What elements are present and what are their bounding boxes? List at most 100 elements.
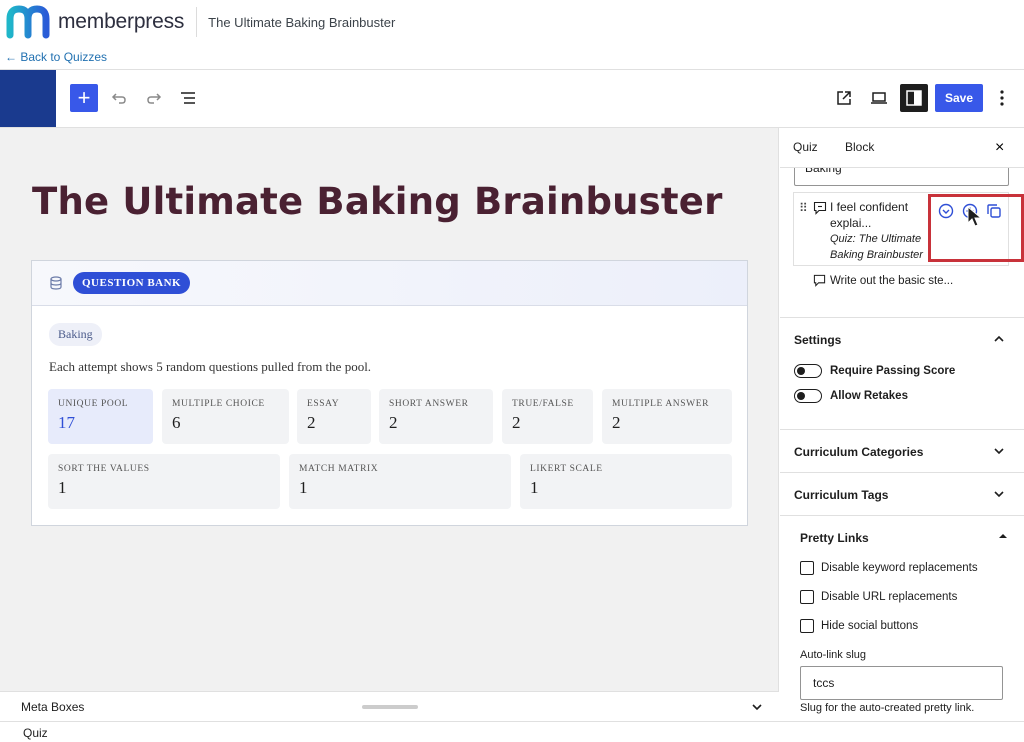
brand-divider: [196, 7, 198, 37]
stat-likert-scale: LIKERT SCALE 1: [520, 454, 732, 509]
stat-label: SORT THE VALUES: [58, 464, 150, 474]
chevron-down-icon[interactable]: [750, 700, 764, 714]
back-row: ← Back to Quizzes: [0, 44, 1024, 70]
question-bank-block[interactable]: QUESTION BANK Baking Each attempt shows …: [31, 260, 748, 526]
stat-label: ESSAY: [307, 399, 340, 409]
stat-sort-the-values: SORT THE VALUES 1: [48, 454, 280, 509]
stat-label: LIKERT SCALE: [530, 464, 603, 474]
stat-multiple-answer: MULTIPLE ANSWER 2: [602, 389, 732, 444]
question-quiz-meta: Quiz: The Ultimate Baking Brainbuster: [830, 233, 923, 261]
question-bank-header: QUESTION BANK: [32, 261, 747, 306]
stat-value: 6: [172, 413, 181, 432]
checkbox[interactable]: [800, 619, 814, 633]
stat-value: 2: [512, 413, 521, 432]
view-post-icon[interactable]: [830, 84, 858, 112]
stat-value: 17: [58, 413, 75, 432]
chevron-up-icon[interactable]: [992, 332, 1006, 346]
stat-short-answer: SHORT ANSWER 2: [379, 389, 493, 444]
site-icon-block[interactable]: [0, 70, 56, 127]
stat-essay: ESSAY 2: [297, 389, 371, 444]
hide-social-buttons-checkbox[interactable]: Hide social buttons: [800, 619, 918, 633]
pretty-links-title[interactable]: Pretty Links: [800, 531, 869, 545]
stat-value: 2: [612, 413, 621, 432]
settings-panel: Settings Require Passing Score Allow Ret…: [780, 317, 1024, 429]
mouse-cursor-icon: [967, 206, 983, 227]
toggle-switch[interactable]: [794, 389, 822, 403]
undo-icon[interactable]: [105, 84, 133, 112]
settings-panel-icon[interactable]: [900, 84, 928, 112]
checkbox-label: Disable keyword replacements: [821, 562, 978, 574]
memberpress-logo-icon: [6, 5, 50, 39]
question-bank-badge: QUESTION BANK: [73, 272, 191, 294]
tab-block[interactable]: Block: [845, 140, 874, 154]
stat-value: 1: [58, 478, 67, 497]
panel-title: Curriculum Categories: [794, 445, 924, 459]
checkbox[interactable]: [800, 561, 814, 575]
redo-icon[interactable]: [140, 84, 168, 112]
more-options-icon[interactable]: [990, 84, 1014, 112]
resize-handle[interactable]: [362, 705, 418, 709]
add-block-button[interactable]: +: [70, 84, 98, 112]
back-to-quizzes-link[interactable]: ← Back to Quizzes: [5, 50, 107, 64]
brand-page-title: The Ultimate Baking Brainbuster: [208, 14, 396, 30]
document-overview-icon[interactable]: [174, 84, 202, 112]
stat-value: 2: [307, 413, 316, 432]
stat-label: MATCH MATRIX: [299, 464, 379, 474]
highlight-annotation-box: [928, 194, 1024, 262]
panel-title: Curriculum Tags: [794, 488, 889, 502]
logo-text: memberpress: [58, 10, 185, 33]
settings-panel-title[interactable]: Settings: [794, 333, 841, 347]
save-button[interactable]: Save: [935, 84, 983, 112]
stat-multiple-choice: MULTIPLE CHOICE 6: [162, 389, 289, 444]
disable-url-replacements-checkbox[interactable]: Disable URL replacements: [800, 590, 957, 604]
question-bank-description: Each attempt shows 5 random questions pu…: [49, 359, 372, 374]
editor-toolbar: + Save: [0, 70, 1024, 128]
device-preview-icon[interactable]: [865, 84, 893, 112]
curriculum-categories-panel[interactable]: Curriculum Categories: [780, 429, 1024, 472]
stat-value: 1: [530, 478, 539, 497]
editor-canvas: The Ultimate Baking Brainbuster QUESTION…: [0, 128, 779, 691]
meta-boxes-label: Meta Boxes: [21, 699, 85, 714]
triangle-up-icon[interactable]: [998, 531, 1008, 541]
stat-label: UNIQUE POOL: [58, 399, 129, 409]
question-icon: [813, 274, 826, 287]
sub-question-item[interactable]: Write out the basic ste...: [813, 274, 953, 287]
question-title: I feel confident explai...: [830, 200, 909, 230]
meta-boxes-bar[interactable]: Meta Boxes: [0, 691, 779, 721]
category-tag: Baking: [49, 323, 102, 346]
brand-bar: memberpress The Ultimate Baking Brainbus…: [0, 0, 1024, 44]
stat-label: SHORT ANSWER: [389, 399, 469, 409]
chevron-down-icon[interactable]: [992, 444, 1006, 458]
require-passing-score-toggle[interactable]: Require Passing Score: [794, 364, 955, 378]
toggle-switch[interactable]: [794, 364, 822, 378]
disable-keyword-replacements-checkbox[interactable]: Disable keyword replacements: [800, 561, 978, 575]
question-icon: [813, 201, 827, 215]
toggle-label: Require Passing Score: [830, 365, 956, 377]
drag-handle-icon[interactable]: ⠿: [799, 201, 808, 215]
auto-link-slug-input[interactable]: [800, 666, 1003, 700]
auto-link-slug-label: Auto-link slug: [800, 649, 867, 661]
stat-label: MULTIPLE CHOICE: [172, 399, 265, 409]
auto-link-slug-help: Slug for the auto-created pretty link.: [800, 702, 975, 714]
sub-question-label: Write out the basic ste...: [830, 274, 954, 287]
breadcrumb-quiz[interactable]: Quiz: [23, 726, 48, 740]
post-title[interactable]: The Ultimate Baking Brainbuster: [32, 180, 723, 223]
stat-value: 1: [299, 478, 308, 497]
toggle-label: Allow Retakes: [830, 390, 908, 402]
stat-match-matrix: MATCH MATRIX 1: [289, 454, 511, 509]
checkbox-label: Disable URL replacements: [821, 591, 958, 603]
checkbox-label: Hide social buttons: [821, 620, 919, 632]
sidebar-tabs: Quiz Block ×: [780, 128, 1024, 168]
tab-quiz[interactable]: Quiz: [793, 140, 818, 154]
memberpress-logo[interactable]: memberpress: [6, 5, 184, 39]
database-icon: [50, 276, 62, 290]
stat-true-false: TRUE/FALSE 2: [502, 389, 593, 444]
curriculum-tags-panel[interactable]: Curriculum Tags: [780, 472, 1024, 515]
close-sidebar-button[interactable]: ×: [995, 140, 1004, 156]
stat-value: 2: [389, 413, 398, 432]
stat-unique-pool: UNIQUE POOL 17: [48, 389, 153, 444]
chevron-down-icon[interactable]: [992, 487, 1006, 501]
stat-label: MULTIPLE ANSWER: [612, 399, 710, 409]
allow-retakes-toggle[interactable]: Allow Retakes: [794, 389, 908, 403]
checkbox[interactable]: [800, 590, 814, 604]
